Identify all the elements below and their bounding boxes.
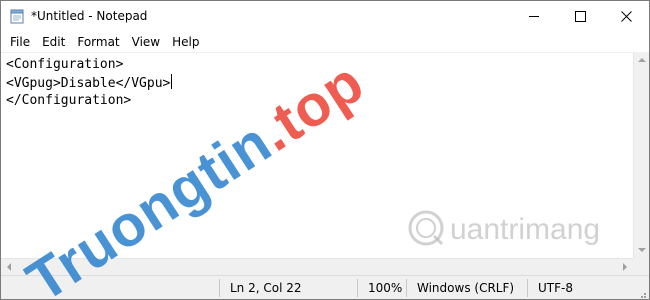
status-separator xyxy=(357,279,358,297)
menu-view[interactable]: View xyxy=(126,32,166,52)
editor-line-3: </Configuration> xyxy=(6,92,131,110)
menu-edit[interactable]: Edit xyxy=(36,32,71,52)
minimize-icon xyxy=(528,7,540,26)
scroll-up-arrow-icon[interactable] xyxy=(638,58,646,62)
notepad-window: *Untitled - Notepad File Edit Format Vie… xyxy=(0,0,650,300)
menu-help[interactable]: Help xyxy=(166,32,205,52)
scroll-down-arrow-icon[interactable] xyxy=(638,248,646,252)
window-title: *Untitled - Notepad xyxy=(31,9,148,23)
status-line-endings: Windows (CRLF) xyxy=(417,281,515,295)
title-bar[interactable]: *Untitled - Notepad xyxy=(1,1,649,32)
minimize-button[interactable] xyxy=(511,1,557,32)
vertical-scrollbar[interactable] xyxy=(633,52,649,258)
status-cursor-position: Ln 2, Col 22 xyxy=(230,281,302,295)
status-bar: Ln 2, Col 22 100% Windows (CRLF) UTF-8 xyxy=(1,275,649,299)
menu-format[interactable]: Format xyxy=(71,32,125,52)
notepad-icon xyxy=(10,9,24,24)
status-separator xyxy=(406,279,407,297)
status-separator xyxy=(527,279,528,297)
close-button[interactable] xyxy=(603,1,649,32)
status-separator xyxy=(219,279,220,297)
horizontal-scrollbar[interactable] xyxy=(1,258,633,275)
maximize-icon xyxy=(574,7,586,26)
editor-line-1: <Configuration> xyxy=(6,56,123,74)
editor-line-text: <Configuration> xyxy=(6,57,124,72)
close-icon xyxy=(620,7,632,26)
menu-bar: File Edit Format View Help xyxy=(1,32,649,52)
maximize-button[interactable] xyxy=(557,1,603,32)
status-zoom: 100% xyxy=(368,281,403,295)
scroll-left-arrow-icon[interactable] xyxy=(7,263,11,271)
text-caret xyxy=(171,74,173,89)
editor-line-2: <VGpug>Disable</VGpu> xyxy=(6,74,173,93)
editor-line-text: </Configuration> xyxy=(6,93,132,108)
scrollbar-corner xyxy=(633,258,649,275)
status-encoding: UTF-8 xyxy=(538,281,573,295)
text-editor[interactable]: <Configuration> <VGpug>Disable</VGpu> </… xyxy=(1,52,633,258)
resize-grip-icon[interactable] xyxy=(637,287,647,298)
editor-line-text: <VGpug>Disable</VGpu> xyxy=(6,76,171,91)
menu-file[interactable]: File xyxy=(4,32,36,52)
scroll-right-arrow-icon[interactable] xyxy=(623,263,627,271)
